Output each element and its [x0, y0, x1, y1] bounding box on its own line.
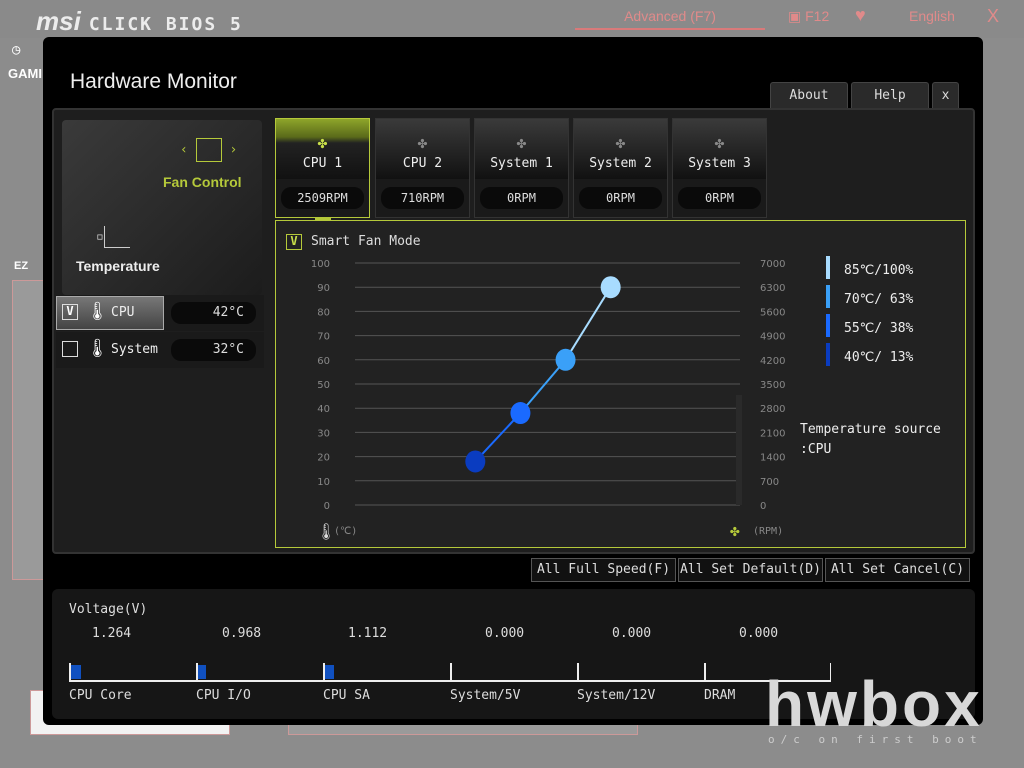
voltage-bar: [71, 665, 81, 679]
voltage-value: 0.968: [222, 626, 262, 641]
legend-label: 70℃/ 63%: [844, 292, 914, 307]
temperature-source-label: Temperature source: [800, 422, 941, 437]
y-tick-label: 60: [317, 356, 330, 367]
voltage-label: CPU SA: [323, 688, 370, 703]
legend-label: 55℃/ 38%: [844, 321, 914, 336]
voltage-bar: [198, 665, 206, 679]
voltage-label: System/5V: [450, 688, 521, 703]
y2-tick-label: 700: [760, 477, 779, 488]
voltage-value: 0.000: [612, 626, 652, 641]
y2-tick-label: 3500: [760, 380, 785, 391]
curve-point[interactable]: [600, 276, 621, 299]
y-tick-label: 80: [317, 307, 330, 318]
curve-point[interactable]: [555, 348, 576, 371]
voltage-value: 1.112: [348, 626, 388, 641]
y2-tick-label: 4900: [760, 332, 785, 343]
voltage-tick: [577, 663, 579, 681]
legend-swatch: [826, 343, 830, 366]
y-tick-label: 10: [317, 477, 330, 488]
voltage-bar: [325, 665, 334, 679]
curve-segment: [564, 286, 612, 361]
voltage-title: Voltage(V): [69, 602, 148, 617]
rpm-meter: [736, 395, 742, 505]
temperature-source-value: :CPU: [800, 442, 832, 457]
y2-tick-label: 2800: [760, 404, 785, 415]
y2-tick-label: 7000: [760, 259, 785, 270]
all-set-cancel-button[interactable]: All Set Cancel(C): [825, 558, 970, 582]
curve-point[interactable]: [510, 402, 531, 425]
temp-unit-label: (℃): [334, 526, 358, 537]
legend-swatch: [826, 314, 830, 337]
voltage-value: 1.264: [92, 626, 132, 641]
all-set-default-button[interactable]: All Set Default(D): [678, 558, 823, 582]
voltage-tick: [450, 663, 452, 681]
y-tick-label: 0: [324, 501, 330, 512]
y2-tick-label: 0: [760, 501, 766, 512]
all-full-speed-button[interactable]: All Full Speed(F): [531, 558, 676, 582]
voltage-tick: [704, 663, 706, 681]
hwbox-tagline: o/c on first boot: [768, 733, 983, 746]
rpm-unit-label: (RPM): [753, 526, 784, 537]
y2-tick-label: 2100: [760, 428, 785, 439]
voltage-value: 0.000: [739, 626, 779, 641]
y-tick-label: 100: [311, 259, 330, 270]
legend-label: 85℃/100%: [844, 263, 914, 278]
fan-icon: ✤: [730, 521, 740, 540]
legend-swatch: [826, 285, 830, 308]
y-tick-label: 70: [317, 332, 330, 343]
legend-label: 40℃/ 13%: [844, 350, 914, 365]
y-tick-label: 20: [317, 453, 330, 464]
y-tick-label: 40: [317, 404, 330, 415]
y-tick-label: 90: [317, 283, 330, 294]
hwbox-watermark: hwbox: [765, 668, 983, 740]
y2-tick-label: 5600: [760, 307, 785, 318]
voltage-label: System/12V: [577, 688, 656, 703]
voltage-label: CPU Core: [69, 688, 132, 703]
voltage-label: CPU I/O: [196, 688, 251, 703]
y2-tick-label: 4200: [760, 356, 785, 367]
y-tick-label: 30: [317, 428, 330, 439]
voltage-value: 0.000: [485, 626, 525, 641]
legend-swatch: [826, 256, 830, 279]
curve-point[interactable]: [465, 450, 486, 473]
y-tick-label: 50: [317, 380, 330, 391]
y2-tick-label: 6300: [760, 283, 785, 294]
y2-tick-label: 1400: [760, 453, 785, 464]
voltage-label: DRAM: [704, 688, 736, 703]
